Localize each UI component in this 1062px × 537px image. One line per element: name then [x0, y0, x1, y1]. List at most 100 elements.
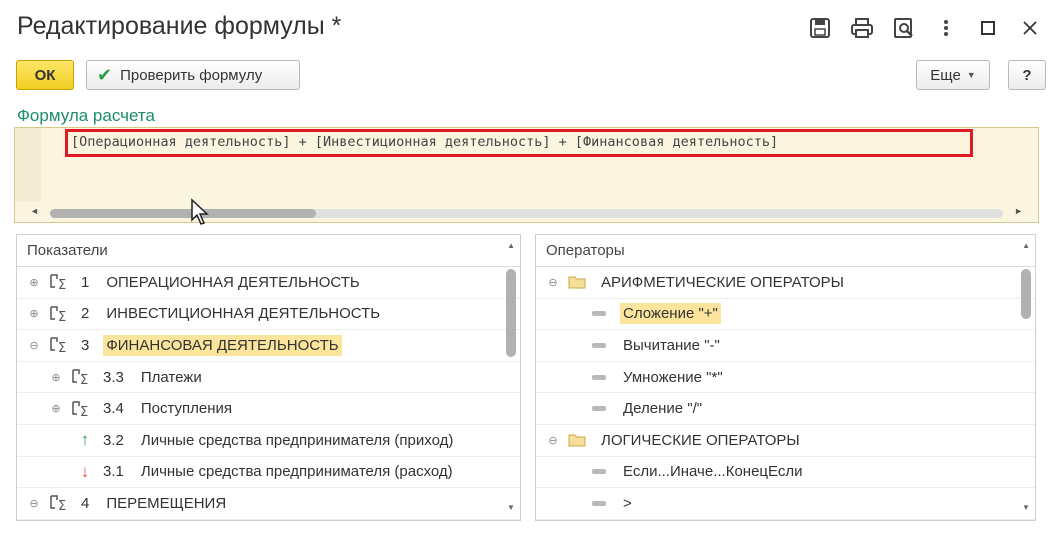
indicator-label: Платежи [140, 368, 202, 386]
operator-item-icon [592, 406, 606, 412]
chevron-down-icon: ▼ [966, 70, 976, 80]
save-icon[interactable] [806, 14, 834, 42]
operator-item-icon [592, 469, 606, 475]
print-icon[interactable] [848, 14, 876, 42]
expand-toggle-icon[interactable]: ⊖ [27, 497, 41, 510]
operator-row[interactable]: Если...Иначе...КонецЕсли [536, 457, 1035, 489]
indicator-row[interactable]: ⊖ Σ 4 ПЕРЕМЕЩЕНИЯ [17, 488, 520, 520]
operator-label: ЛОГИЧЕСКИЕ ОПЕРАТОРЫ [601, 431, 800, 449]
mouse-pointer-icon [191, 198, 209, 225]
expand-toggle-icon[interactable]: ⊕ [49, 402, 63, 415]
indicator-label: Поступления [140, 400, 233, 418]
indicator-number: 4 [81, 494, 90, 512]
operator-item-icon [592, 342, 606, 348]
editor-gutter [15, 128, 41, 202]
indicator-group-icon: Σ [49, 336, 73, 354]
expand-toggle-icon[interactable]: ⊖ [546, 276, 560, 289]
vertical-scrollbar[interactable]: ▼ [506, 269, 516, 516]
indicator-number: 1 [81, 273, 90, 291]
expand-toggle-icon[interactable]: ⊕ [27, 307, 41, 320]
indicators-panel: Показатели ▲ ⊕ Σ 1 ОПЕРАЦИОННАЯ ДЕЯТЕЛЬНОСТ… [16, 234, 521, 521]
vertical-scrollbar[interactable]: ▼ [1021, 269, 1031, 516]
indicator-label: ПЕРЕМЕЩЕНИЯ [106, 494, 227, 512]
indicator-number: 3 [81, 336, 90, 354]
ok-button[interactable]: ОК [16, 60, 74, 90]
indicator-number: 3.1 [103, 463, 124, 481]
indicator-row[interactable]: ⊕ Σ 1 ОПЕРАЦИОННАЯ ДЕЯТЕЛЬНОСТЬ [17, 267, 520, 299]
indicator-row[interactable]: ⊖ Σ 3 ФИНАНСОВАЯ ДЕЯТЕЛЬНОСТЬ [17, 330, 520, 362]
more-button[interactable]: Еще ▼ [916, 60, 990, 90]
checkmark-icon: ✔ [97, 64, 113, 85]
preview-icon[interactable] [890, 14, 918, 42]
operators-panel: Операторы ▲ ⊖ АРИФМЕТИЧЕСКИЕ ОПЕРАТОРЫ Сло… [535, 234, 1036, 521]
operator-item-icon [592, 374, 606, 380]
indicator-group-icon: Σ [49, 273, 73, 291]
expand-toggle-icon[interactable]: ⊖ [27, 339, 41, 352]
indicator-label: Личные средства предпринимателя (расход) [140, 463, 453, 481]
arrow-up-icon: ↑ [80, 430, 90, 450]
operator-label: АРИФМЕТИЧЕСКИЕ ОПЕРАТОРЫ [601, 273, 844, 291]
indicator-number: 3.4 [103, 400, 124, 418]
maximize-icon[interactable] [974, 14, 1002, 42]
horizontal-scrollbar[interactable]: ◄ ► [16, 203, 1037, 221]
operator-row[interactable]: Вычитание "-" [536, 330, 1035, 362]
indicator-row[interactable]: ⊕ Σ 3.3 Платежи [17, 362, 520, 394]
svg-text:Σ: Σ [80, 405, 88, 418]
more-label: Еще [930, 66, 961, 84]
check-formula-button[interactable]: ✔ Проверить формулу [86, 60, 300, 90]
svg-text:Σ: Σ [58, 341, 66, 354]
scrollbar-thumb[interactable] [50, 209, 316, 218]
operator-group-row[interactable]: ⊖ ЛОГИЧЕСКИЕ ОПЕРАТОРЫ [536, 425, 1035, 457]
formula-text[interactable]: [Операционная деятельность] + [Инвестици… [65, 129, 973, 157]
scroll-right-icon[interactable]: ► [1014, 206, 1023, 216]
scrollbar-thumb[interactable] [1021, 269, 1031, 319]
operator-row[interactable]: Деление "/" [536, 393, 1035, 425]
indicators-header: Показатели ▲ [17, 235, 520, 267]
operator-row[interactable]: Сложение "+" [536, 299, 1035, 331]
formula-editor[interactable]: [Операционная деятельность] + [Инвестици… [14, 127, 1039, 223]
operator-label: Деление "/" [623, 400, 703, 418]
operator-label: Умножение "*" [623, 368, 723, 386]
operator-item-icon [592, 500, 606, 506]
svg-text:Σ: Σ [80, 373, 88, 386]
indicator-group-icon: Σ [49, 494, 73, 512]
indicator-row[interactable]: ⊕ Σ 3.4 Поступления [17, 393, 520, 425]
close-icon[interactable] [1016, 14, 1044, 42]
operator-group-row[interactable]: ⊖ АРИФМЕТИЧЕСКИЕ ОПЕРАТОРЫ [536, 267, 1035, 299]
operators-header: Операторы ▲ [536, 235, 1035, 267]
indicator-row[interactable]: ↓ 3.1 Личные средства предпринимателя (рас… [17, 457, 520, 489]
expand-toggle-icon[interactable]: ⊕ [49, 371, 63, 384]
scroll-down-icon[interactable]: ▼ [1022, 503, 1030, 512]
operator-label: Сложение "+" [620, 303, 721, 325]
window-controls [792, 14, 1044, 42]
scroll-up-icon[interactable]: ▲ [507, 241, 515, 250]
indicator-group-icon: Σ [71, 368, 95, 386]
indicator-group-icon: Σ [49, 305, 73, 323]
expand-toggle-icon[interactable]: ⊖ [546, 434, 560, 447]
svg-text:Σ: Σ [58, 278, 66, 291]
window-title: Редактирование формулы * [17, 12, 342, 40]
indicator-row[interactable]: ↑ 3.2 Личные средства предпринимателя (при… [17, 425, 520, 457]
operator-row[interactable]: Умножение "*" [536, 362, 1035, 394]
expand-toggle-icon[interactable]: ⊕ [27, 276, 41, 289]
indicator-number: 3.3 [103, 368, 124, 386]
indicator-row[interactable]: ⊕ Σ 2 ИНВЕСТИЦИОННАЯ ДЕЯТЕЛЬНОСТЬ [17, 299, 520, 331]
scroll-left-icon[interactable]: ◄ [30, 206, 39, 216]
operator-label: > [623, 494, 632, 512]
scroll-up-icon[interactable]: ▲ [1022, 241, 1030, 250]
svg-text:Σ: Σ [58, 499, 66, 512]
operators-list: ⊖ АРИФМЕТИЧЕСКИЕ ОПЕРАТОРЫ Сложение "+" Выч… [536, 267, 1035, 520]
operators-header-label: Операторы [546, 242, 625, 259]
indicator-label: Личные средства предпринимателя (приход) [140, 431, 454, 449]
operator-item-icon [592, 311, 606, 317]
more-vertical-icon[interactable] [932, 14, 960, 42]
operator-row[interactable]: > [536, 488, 1035, 520]
scroll-down-icon[interactable]: ▼ [507, 503, 515, 512]
indicator-number: 2 [81, 305, 90, 323]
scrollbar-thumb[interactable] [506, 269, 516, 357]
indicator-label: ИНВЕСТИЦИОННАЯ ДЕЯТЕЛЬНОСТЬ [106, 305, 381, 323]
indicator-group-icon: Σ [71, 400, 95, 418]
check-formula-label: Проверить формулу [120, 66, 263, 84]
indicator-number: 3.2 [103, 431, 124, 449]
help-button[interactable]: ? [1008, 60, 1046, 90]
